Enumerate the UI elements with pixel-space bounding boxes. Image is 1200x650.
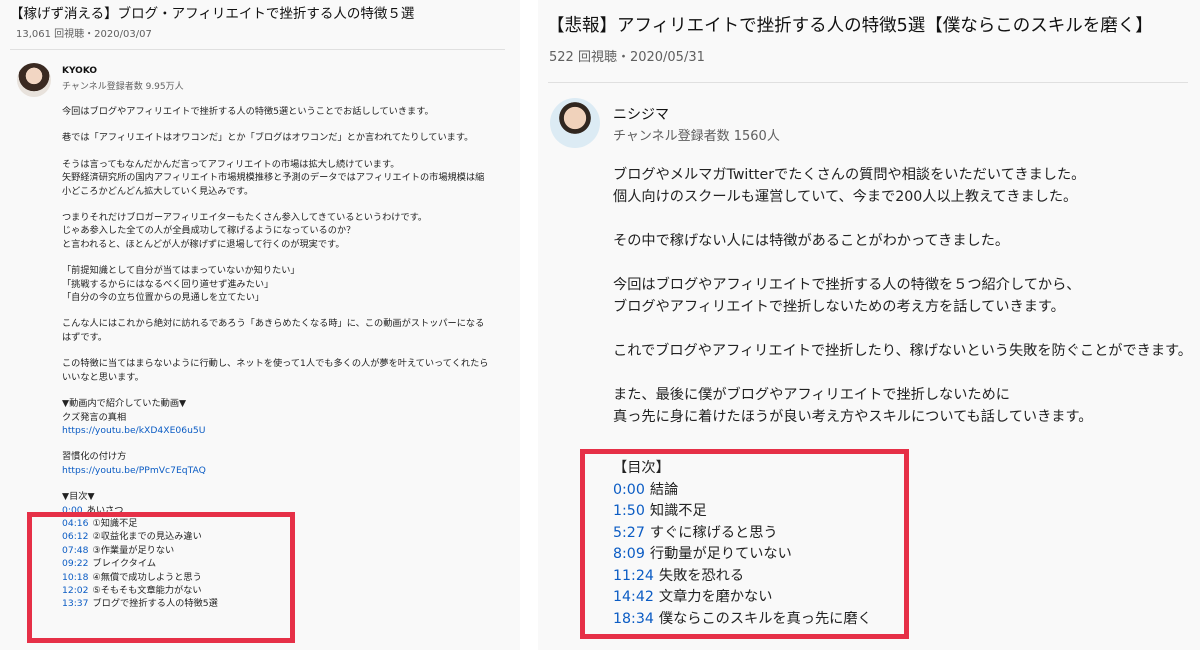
channel-name[interactable]: KYOKO [62, 66, 97, 76]
description-paragraph: つまりそれだけブロガーアフィリエイターもたくさん参入してきているというわけです。… [62, 212, 428, 250]
video-description: ブログやメルマガTwitterでたくさんの質問や相談をいただいてきました。 個人… [613, 164, 1198, 450]
divider [548, 82, 1188, 83]
description-paragraph: その中で稼げない人には特徴があることがわかってきました。 [613, 233, 1010, 249]
video-meta: 13,061 回視聴・2020/03/07 [16, 29, 152, 40]
description-paragraph: ブログやメルマガTwitterでたくさんの質問や相談をいただいてきました。 個人… [613, 167, 1086, 205]
channel-avatar[interactable] [550, 98, 600, 148]
right-video-panel: 【悲報】アフィリエイトで挫折する人の特徴5選【僕ならこのスキルを磨く】 522 … [538, 0, 1200, 650]
description-paragraph: こんな人にはこれから絶対に訪れるであろう「あきらめたくなる時」に、この動画がスト… [62, 318, 485, 343]
left-video-panel: 【稼げず消える】ブログ・アフィリエイトで挫折する人の特徴５選 13,061 回視… [0, 0, 520, 650]
description-paragraph: 「前提知識として自分が当てはまっていないか知りたい」 「挑戦するからにはなるべく… [62, 265, 300, 304]
toc-header: ▼目次▼ [62, 491, 95, 503]
description-paragraph: また、最後に僕がブログやアフィリエイトで挫折しないために 真っ先に身に着けたほう… [613, 387, 1093, 425]
related-links-header: ▼動画内で紹介していた動画▼ [62, 398, 187, 410]
related-link-label: クズ発言の真相 [62, 411, 127, 423]
related-links-section: 習慣化の付け方 https://youtu.be/PPmVc7EqTAQ [62, 450, 492, 477]
toc-highlight-box [27, 512, 295, 643]
related-video-link[interactable]: https://youtu.be/kXD4XE06u5U [62, 424, 492, 437]
related-video-link[interactable]: https://youtu.be/PPmVc7EqTAQ [62, 464, 492, 477]
related-link-label: 習慣化の付け方 [62, 451, 127, 463]
description-paragraph: そうは言ってもなんだかんだ言ってアフィリエイトの市場は拡大し続けています。 矢野… [62, 158, 485, 197]
related-links-section: ▼動画内で紹介していた動画▼ クズ発言の真相 https://youtu.be/… [62, 397, 492, 437]
channel-name[interactable]: ニシジマ [613, 104, 669, 124]
subscriber-count: チャンネル登録者数 1560人 [613, 129, 780, 144]
description-paragraph: 今回はブログやアフィリエイトで挫折する人の特徴を５つ紹介してから、 ブログやアフ… [613, 277, 1081, 315]
description-paragraph: この特徴に当てはまらないように行動し、ネットを使って1人でも多くの人が夢を叶えて… [62, 358, 489, 383]
description-paragraph: これでブログやアフィリエイトで挫折したり、稼げないという失敗を防ぐことができます… [613, 343, 1192, 359]
video-title: 【悲報】アフィリエイトで挫折する人の特徴5選【僕ならこのスキルを磨く】 [547, 16, 1153, 36]
description-paragraph: 巷では「アフィリエイトはオワコンだ」とか「ブログはオワコンだ」とか言われてたりし… [62, 132, 474, 144]
toc-highlight-box [580, 449, 909, 639]
channel-avatar[interactable] [17, 63, 51, 97]
video-meta: 522 回視聴・2020/05/31 [549, 50, 705, 65]
description-paragraph: 今回はブログやアフィリエイトで挫折する人の特徴5選ということでお話ししていきます… [62, 106, 434, 117]
subscriber-count: チャンネル登録者数 9.95万人 [62, 82, 184, 92]
divider [10, 49, 505, 50]
video-title: 【稼げず消える】ブログ・アフィリエイトで挫折する人の特徴５選 [10, 6, 415, 22]
